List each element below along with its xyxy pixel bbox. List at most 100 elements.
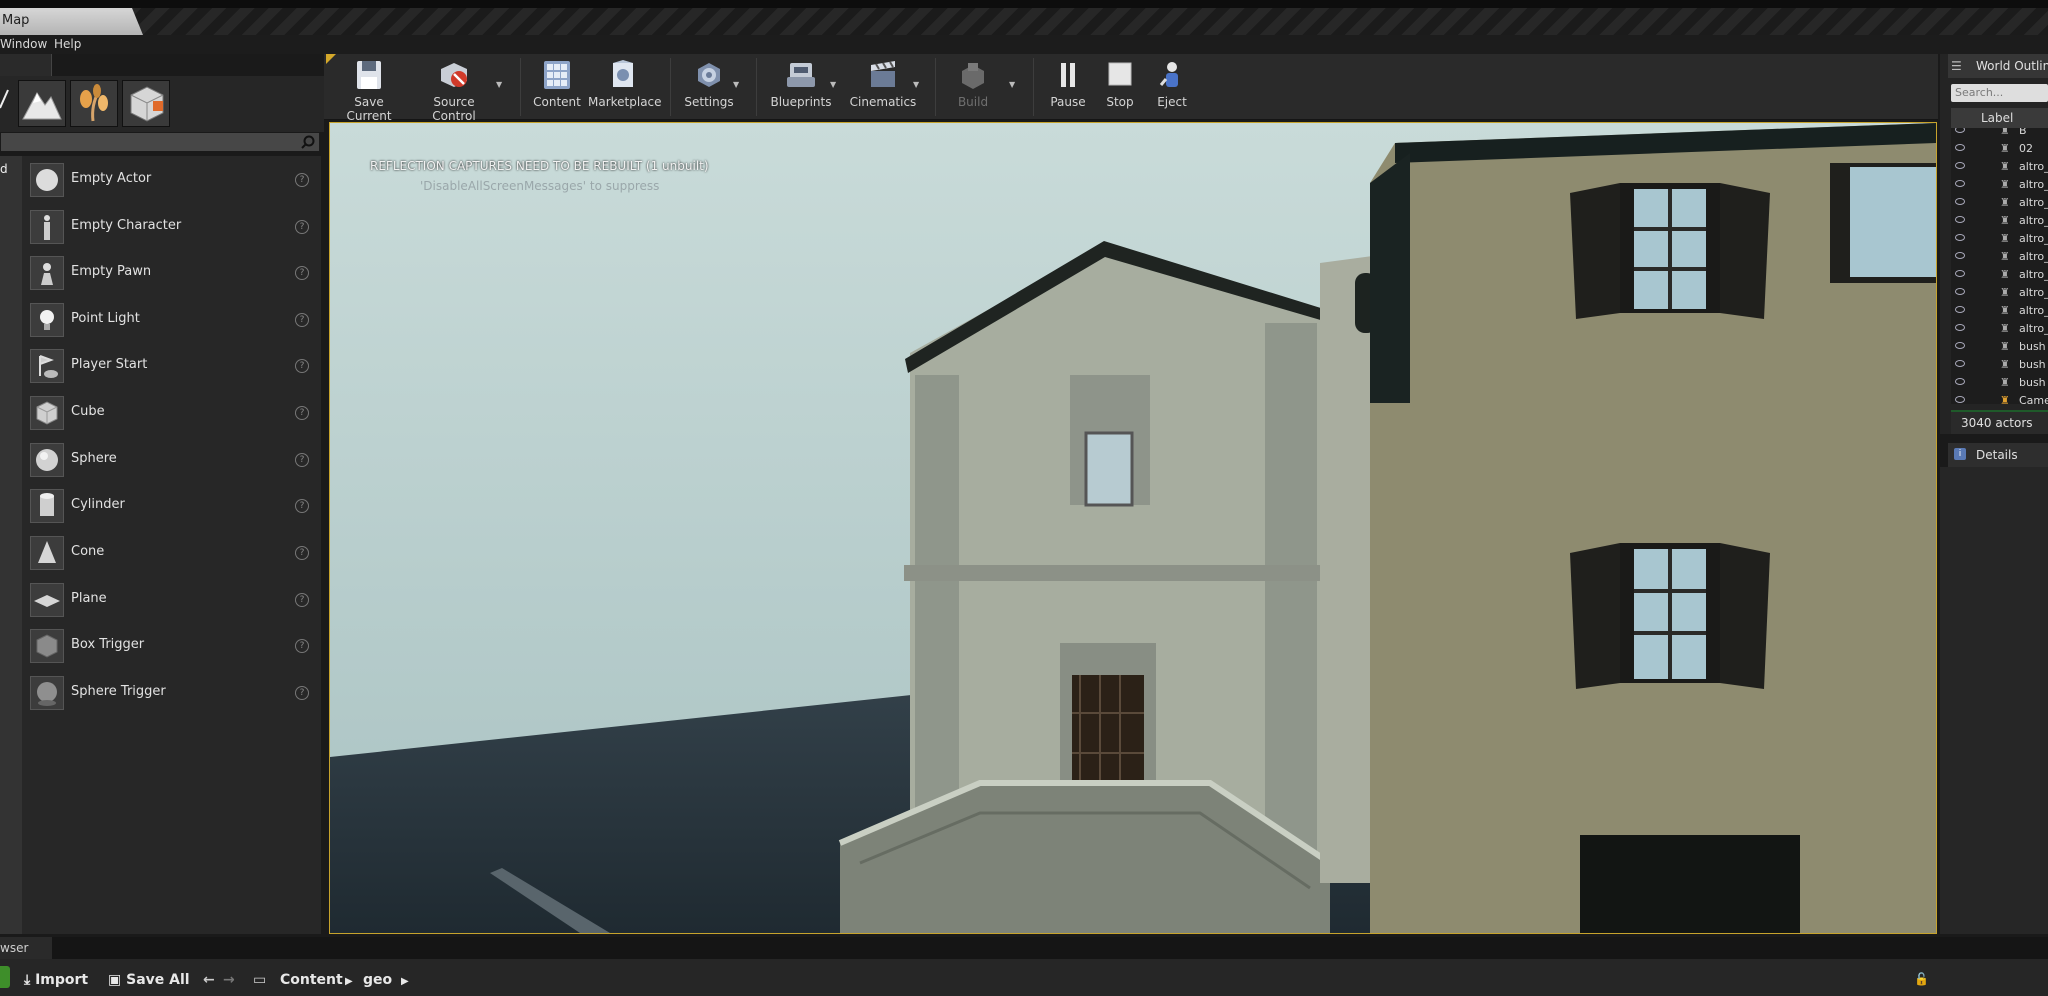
save-all-button[interactable]: ▣ Save All <box>108 972 190 988</box>
list-item[interactable]: ♜ bush <box>1951 374 2048 392</box>
visibility-eye-icon[interactable] <box>1955 180 1965 187</box>
place-item-empty-character[interactable]: Empty Character ? <box>22 204 321 250</box>
path-chevron-icon[interactable]: ▶ <box>401 976 409 987</box>
list-item[interactable]: ♜ bush <box>1951 356 2048 374</box>
visibility-eye-icon[interactable] <box>1955 324 1965 331</box>
pause-button[interactable]: Pause <box>1048 57 1088 117</box>
place-item-empty-pawn[interactable]: Empty Pawn ? <box>22 250 321 296</box>
build-button[interactable]: Build <box>948 57 998 117</box>
help-icon[interactable]: ? <box>295 686 309 700</box>
visibility-eye-icon[interactable] <box>1955 342 1965 349</box>
help-icon[interactable]: ? <box>295 453 309 467</box>
content-browser-tab[interactable]: wser <box>0 937 52 959</box>
place-search-input[interactable] <box>0 132 320 152</box>
help-icon[interactable]: ? <box>295 220 309 234</box>
list-item[interactable]: ♜ altro_ <box>1951 230 2048 248</box>
place-item-label: Cylinder <box>71 497 125 512</box>
place-mode-icon[interactable] <box>0 86 10 114</box>
place-item-point-light[interactable]: Point Light ? <box>22 297 321 343</box>
add-new-button[interactable] <box>0 966 10 988</box>
list-item[interactable]: ♜ Came <box>1951 392 2048 404</box>
blueprints-dropdown-icon[interactable]: ▼ <box>830 80 836 89</box>
visibility-eye-icon[interactable] <box>1955 360 1965 367</box>
menu-window[interactable]: Window <box>0 37 47 51</box>
visibility-eye-icon[interactable] <box>1955 144 1965 151</box>
visibility-eye-icon[interactable] <box>1955 162 1965 169</box>
place-item-sphere[interactable]: Sphere ? <box>22 437 321 483</box>
list-item[interactable]: ♜ 02 <box>1951 140 2048 158</box>
help-icon[interactable]: ? <box>295 406 309 420</box>
content-button[interactable]: Content <box>532 57 582 117</box>
category-tab-label[interactable]: d <box>0 162 8 176</box>
visibility-eye-icon[interactable] <box>1955 270 1965 277</box>
place-item-player-start[interactable]: Player Start ? <box>22 343 321 389</box>
marketplace-icon <box>613 60 633 87</box>
place-item-empty-actor[interactable]: Empty Actor ? <box>22 157 321 203</box>
visibility-eye-icon[interactable] <box>1955 128 1965 133</box>
list-item[interactable]: ♜ altro_ <box>1951 194 2048 212</box>
list-item[interactable]: ♜ altro_ <box>1951 176 2048 194</box>
level-viewport[interactable] <box>329 122 1937 934</box>
visibility-eye-icon[interactable] <box>1955 306 1965 313</box>
menu-help[interactable]: Help <box>54 37 81 51</box>
lock-icon[interactable]: 🔓 <box>1914 972 1929 986</box>
help-icon[interactable]: ? <box>295 313 309 327</box>
path-segment-content[interactable]: Content <box>280 972 343 988</box>
history-back-icon[interactable]: ← <box>203 972 215 988</box>
eject-button[interactable]: Eject <box>1152 57 1192 117</box>
help-icon[interactable]: ? <box>295 546 309 560</box>
visibility-eye-icon[interactable] <box>1955 396 1965 403</box>
list-item[interactable]: ♜ altro_ <box>1951 248 2048 266</box>
help-icon[interactable]: ? <box>295 359 309 373</box>
details-tab[interactable]: i Details <box>1948 443 2048 467</box>
blueprints-button[interactable]: Blueprints <box>770 57 832 117</box>
help-icon[interactable]: ? <box>295 266 309 280</box>
modes-tab[interactable] <box>0 54 52 76</box>
outliner-label-column-header[interactable]: Label <box>1951 108 2048 128</box>
list-item[interactable]: ♜ altro_ <box>1951 212 2048 230</box>
visibility-eye-icon[interactable] <box>1955 198 1965 205</box>
place-item-cone[interactable]: Cone ? <box>22 530 321 576</box>
source-control-button[interactable]: Source Control <box>414 57 494 123</box>
help-icon[interactable]: ? <box>295 639 309 653</box>
marketplace-button[interactable]: Marketplace <box>588 57 662 117</box>
cinematics-dropdown-icon[interactable]: ▼ <box>913 80 919 89</box>
list-item[interactable]: ♜ bush <box>1951 338 2048 356</box>
save-current-button[interactable]: Save Current <box>334 57 404 123</box>
place-item-box-trigger[interactable]: Box Trigger ? <box>22 623 321 669</box>
list-item[interactable]: ♜ altro_ <box>1951 158 2048 176</box>
place-item-plane[interactable]: Plane ? <box>22 577 321 623</box>
place-item-cube[interactable]: Cube ? <box>22 390 321 436</box>
settings-dropdown-icon[interactable]: ▼ <box>733 80 739 89</box>
visibility-eye-icon[interactable] <box>1955 234 1965 241</box>
document-tab[interactable]: Map <box>0 8 143 35</box>
place-item-sphere-trigger[interactable]: Sphere Trigger ? <box>22 670 321 716</box>
visibility-eye-icon[interactable] <box>1955 288 1965 295</box>
visibility-eye-icon[interactable] <box>1955 216 1965 223</box>
visibility-eye-icon[interactable] <box>1955 378 1965 385</box>
import-button[interactable]: ⤓ Import <box>24 972 88 988</box>
outliner-search-input[interactable]: Search... <box>1951 84 2048 102</box>
list-item[interactable]: ♜ B <box>1951 128 2048 140</box>
list-item[interactable]: ♜ altro_ <box>1951 320 2048 338</box>
foliage-mode-button[interactable] <box>70 80 118 127</box>
history-forward-icon[interactable]: → <box>223 972 235 988</box>
path-chevron-icon[interactable]: ▶ <box>345 976 353 987</box>
list-item[interactable]: ♜ altro_ <box>1951 266 2048 284</box>
build-dropdown-icon[interactable]: ▼ <box>1009 80 1015 89</box>
list-item[interactable]: ♜ altro_ <box>1951 284 2048 302</box>
geometry-mode-button[interactable] <box>122 80 170 127</box>
help-icon[interactable]: ? <box>295 499 309 513</box>
source-control-dropdown-icon[interactable]: ▼ <box>496 80 502 89</box>
world-outliner-tab[interactable]: ☰ World Outliner <box>1948 54 2048 78</box>
help-icon[interactable]: ? <box>295 593 309 607</box>
landscape-mode-button[interactable] <box>18 80 66 127</box>
path-segment-geo[interactable]: geo <box>363 972 392 988</box>
list-item[interactable]: ♜ altro_ <box>1951 302 2048 320</box>
stop-button[interactable]: Stop <box>1100 57 1140 117</box>
cinematics-button[interactable]: Cinematics <box>848 57 918 117</box>
help-icon[interactable]: ? <box>295 173 309 187</box>
settings-button[interactable]: Settings <box>680 57 738 117</box>
visibility-eye-icon[interactable] <box>1955 252 1965 259</box>
place-item-cylinder[interactable]: Cylinder ? <box>22 483 321 529</box>
